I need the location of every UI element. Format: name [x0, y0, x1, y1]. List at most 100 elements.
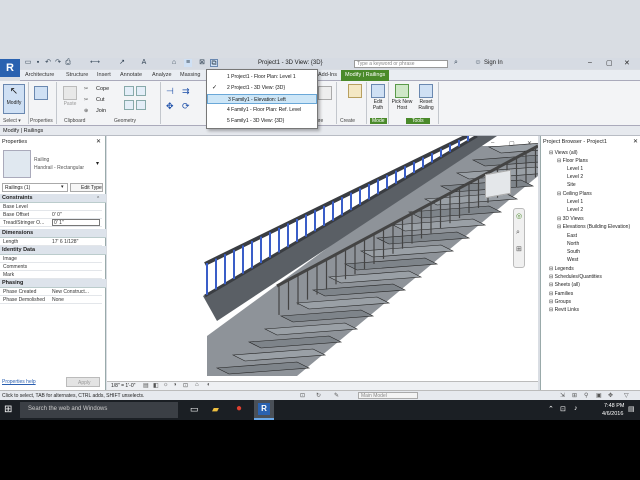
detail-level-icon[interactable]: ▤ [143, 382, 149, 389]
open-icon[interactable]: ▭ [24, 59, 32, 67]
browser-item[interactable]: Level 2 [567, 174, 583, 180]
section-phasing[interactable]: Phasing [0, 279, 106, 288]
search-input[interactable]: Type a keyword or phrase [354, 60, 448, 68]
restore-view-icon[interactable]: ▢ [509, 140, 515, 147]
close-view-icon[interactable]: ✕ [527, 140, 532, 147]
browser-item[interactable]: ⊟ Ceiling Plans [557, 191, 592, 197]
viewcube[interactable] [485, 169, 511, 199]
lock-3d-view-icon[interactable]: ⌂ [195, 382, 199, 388]
3d-view-icon[interactable]: ⌂ [170, 59, 178, 67]
tab-modify-railings[interactable]: Modify | Railings [341, 70, 390, 81]
clock-date[interactable]: 4/6/2016 [602, 411, 623, 417]
temporary-hide-icon[interactable]: ◐ [207, 382, 211, 388]
type-dropdown-icon[interactable]: ▾ [96, 160, 99, 167]
tab-analyze[interactable]: Analyze [152, 72, 172, 78]
text-icon[interactable]: A [140, 59, 148, 67]
browser-item[interactable]: ⊟ 3D Views [557, 216, 584, 222]
browser-item[interactable]: ⊟ Families [549, 291, 573, 297]
close-icon[interactable]: ✕ [96, 138, 101, 145]
navigation-bar[interactable]: ◎ ⌕ ⊞ [513, 208, 525, 268]
browser-item[interactable]: East [567, 233, 577, 239]
table-row[interactable]: Comments [0, 263, 102, 271]
task-view-icon[interactable]: ▭ [190, 404, 199, 415]
browser-item[interactable]: Level 1 [567, 166, 583, 172]
tab-insert[interactable]: Insert [97, 72, 111, 78]
table-row[interactable]: Length 17' 6 1/128" [0, 238, 102, 246]
browser-item[interactable]: ⊟ Sheets (all) [549, 282, 580, 288]
worksets-icon[interactable]: ⊡ [300, 392, 305, 399]
geometry-tool-2-icon[interactable] [136, 86, 146, 96]
section-identity-data[interactable]: Identity Data [0, 246, 106, 255]
search-icon[interactable]: ⌕ [452, 59, 460, 67]
tab-add-ins[interactable]: Add-Ins [318, 72, 337, 78]
zoom-icon[interactable]: ⌕ [516, 229, 520, 237]
steering-wheel-icon[interactable]: ◎ [516, 212, 522, 220]
taskbar-search[interactable]: Search the web and Windows [20, 402, 178, 418]
print-icon[interactable]: ⎙ [64, 59, 72, 67]
close-icon[interactable]: ✕ [633, 138, 638, 145]
tab-architecture[interactable]: Architecture [25, 72, 54, 78]
sign-in-button[interactable]: Sign In [484, 60, 503, 66]
view-tool-icon[interactable] [318, 86, 332, 100]
join-icon[interactable]: ⊕ [84, 108, 88, 114]
sync-icon[interactable]: ↻ [316, 392, 321, 399]
group-select[interactable]: Select ▾ [3, 118, 21, 124]
rotate-icon[interactable]: ⟳ [182, 101, 190, 112]
list-item[interactable]: 4 Family1 - Floor Plan: Ref. Level [207, 105, 317, 115]
visual-style-icon[interactable]: ◧ [153, 382, 159, 389]
join-button[interactable]: Join [96, 108, 106, 114]
network-icon[interactable]: ⊡ [560, 405, 566, 413]
edit-type-button[interactable]: Edit Type [70, 183, 103, 192]
close-hidden-icon[interactable]: ⊠ [198, 59, 206, 67]
section-constraints[interactable]: Constraints [0, 194, 106, 203]
select-underlay-icon[interactable]: ⊞ [572, 392, 577, 399]
create-button[interactable] [346, 84, 364, 99]
thin-lines-icon[interactable]: ≡ [184, 59, 192, 67]
filter-icon[interactable]: ▽ [624, 392, 629, 399]
drag-elements-icon[interactable]: ✥ [608, 392, 613, 399]
volume-icon[interactable]: ♪ [574, 405, 578, 412]
save-icon[interactable]: ▪ [34, 59, 42, 67]
minimize-icon[interactable]: – [588, 59, 592, 66]
sun-path-icon[interactable]: ☼ [163, 382, 169, 388]
browser-item[interactable]: ⊟ Elevations (Building Elevation) [557, 224, 630, 230]
geometry-tool-3-icon[interactable] [124, 100, 134, 110]
table-row[interactable]: Phase Created New Construct... [0, 288, 102, 296]
measure-icon[interactable]: ⟷ [90, 59, 100, 67]
3d-view-canvas[interactable]: ✕ ▢ – ◎ ⌕ ⊞ [107, 134, 583, 382]
zoom-window-icon[interactable]: ⊞ [516, 245, 522, 253]
collapse-icon[interactable]: ⌃ [96, 196, 100, 202]
redo-icon[interactable]: ↷ [54, 59, 62, 67]
select-links-icon[interactable]: ⇲ [560, 392, 565, 399]
table-row[interactable]: Phase Demolished None [0, 296, 102, 304]
edit-path-button[interactable]: Edit Path [368, 84, 388, 111]
list-item[interactable]: 5 Family1 - 3D View: {3D} [207, 116, 317, 126]
user-icon[interactable]: ☺ [474, 59, 482, 67]
maximize-icon[interactable]: ▢ [606, 59, 613, 67]
dimension-icon[interactable]: ↗ [118, 59, 126, 67]
list-item[interactable]: 3 Family1 - Elevation: Left [207, 94, 317, 104]
section-dimensions[interactable]: Dimensions [0, 229, 106, 238]
move-icon[interactable]: ✥ [166, 101, 174, 112]
cope-icon[interactable]: ✂ [84, 86, 88, 92]
pick-new-host-button[interactable]: Pick New Host [389, 84, 415, 111]
application-menu-button[interactable]: R [0, 59, 20, 77]
properties-button[interactable] [32, 86, 50, 112]
minimize-view-icon[interactable]: – [491, 140, 494, 146]
design-options-icon[interactable]: ✎ [334, 392, 339, 399]
list-item[interactable]: 1 Project1 - Floor Plan: Level 1 [207, 72, 317, 82]
cut-icon[interactable]: ✂ [84, 97, 88, 103]
table-row[interactable]: Image [0, 255, 102, 263]
offset-icon[interactable]: ⇉ [182, 86, 190, 97]
cut-button[interactable]: Cut [96, 97, 105, 103]
browser-item[interactable]: South [567, 249, 580, 255]
tab-massing[interactable]: Massing [180, 72, 200, 78]
list-item[interactable]: ✓ 2 Project1 - 3D View: {3D} [207, 83, 317, 93]
tab-annotate[interactable]: Annotate [120, 72, 142, 78]
reset-railing-button[interactable]: Reset Railing [415, 84, 437, 111]
browser-item[interactable]: West [567, 257, 578, 263]
geometry-tool-1-icon[interactable] [124, 86, 134, 96]
browser-item[interactable]: ⊟ Groups [549, 299, 571, 305]
table-row[interactable]: Base Offset 0' 0" [0, 211, 102, 219]
geometry-tool-4-icon[interactable] [136, 100, 146, 110]
